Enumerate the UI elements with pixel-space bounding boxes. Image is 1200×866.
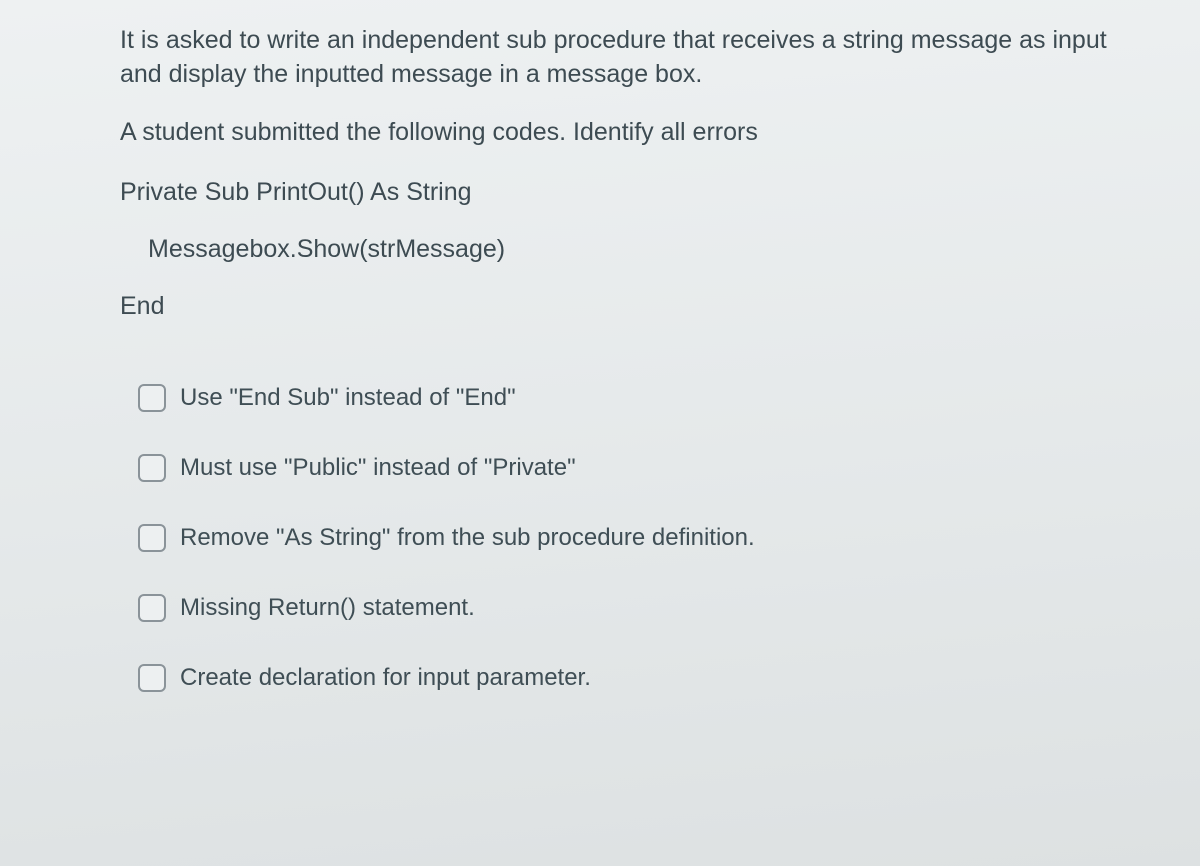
code-line-2: Messagebox.Show(strMessage) [120, 232, 1110, 267]
code-snippet: Private Sub PrintOut() As String Message… [120, 175, 1110, 324]
option-label: Must use "Public" instead of "Private" [180, 454, 576, 482]
code-line-1: Private Sub PrintOut() As String [120, 175, 1110, 210]
option-1[interactable]: Use "End Sub" instead of "End" [138, 384, 1110, 412]
option-label: Remove "As String" from the sub procedur… [180, 524, 755, 552]
option-label: Missing Return() statement. [180, 594, 475, 622]
checkbox-icon[interactable] [138, 454, 166, 482]
prompt-paragraph-2: A student submitted the following codes.… [120, 116, 1110, 150]
checkbox-icon[interactable] [138, 664, 166, 692]
checkbox-icon[interactable] [138, 594, 166, 622]
checkbox-icon[interactable] [138, 384, 166, 412]
option-5[interactable]: Create declaration for input parameter. [138, 664, 1110, 692]
checkbox-icon[interactable] [138, 524, 166, 552]
question-page: It is asked to write an independent sub … [0, 0, 1200, 866]
option-label: Use "End Sub" instead of "End" [180, 384, 516, 412]
option-4[interactable]: Missing Return() statement. [138, 594, 1110, 622]
option-2[interactable]: Must use "Public" instead of "Private" [138, 454, 1110, 482]
question-prompt: It is asked to write an independent sub … [120, 24, 1110, 149]
prompt-paragraph-1: It is asked to write an independent sub … [120, 24, 1110, 92]
code-line-3: End [120, 289, 1110, 324]
answer-options: Use "End Sub" instead of "End" Must use … [120, 384, 1110, 692]
option-label: Create declaration for input parameter. [180, 664, 591, 692]
option-3[interactable]: Remove "As String" from the sub procedur… [138, 524, 1110, 552]
